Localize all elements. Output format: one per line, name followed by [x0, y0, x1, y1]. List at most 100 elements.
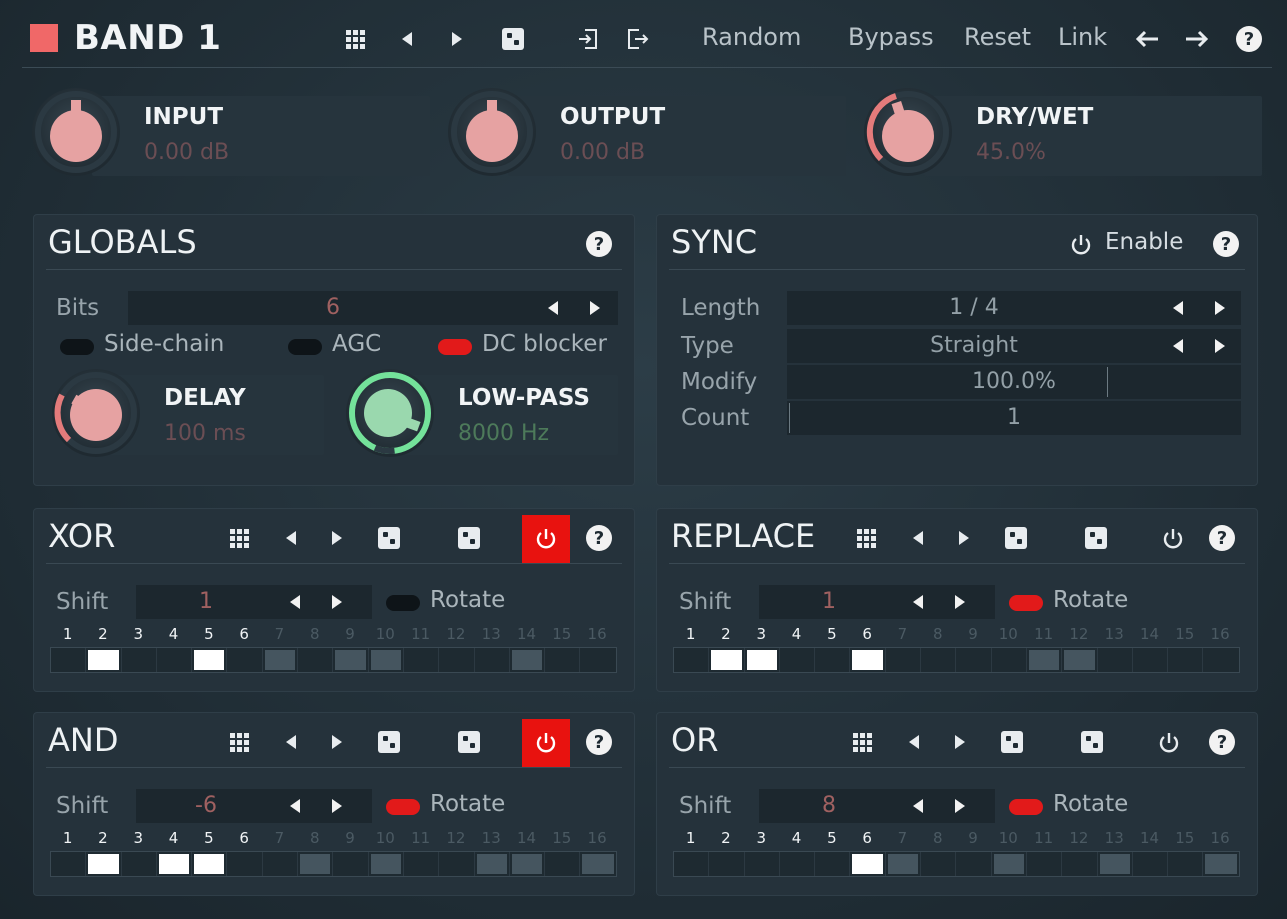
- step-cell[interactable]: [157, 852, 193, 876]
- length-slider[interactable]: 1 / 4: [787, 291, 1241, 325]
- bits-increment-icon[interactable]: [590, 301, 600, 315]
- step-cell[interactable]: [1062, 852, 1098, 876]
- or-presets-grid-icon[interactable]: [847, 727, 877, 757]
- or-step-grid[interactable]: [673, 851, 1240, 877]
- step-cell[interactable]: [1062, 648, 1098, 672]
- step-cell[interactable]: [545, 852, 581, 876]
- type-decrement-icon[interactable]: [1173, 339, 1183, 353]
- step-cell[interactable]: [921, 648, 957, 672]
- or-previous-icon[interactable]: [899, 727, 929, 757]
- step-cell[interactable]: [780, 852, 816, 876]
- length-decrement-icon[interactable]: [1173, 301, 1183, 315]
- xor-help-icon[interactable]: ?: [586, 525, 612, 551]
- step-cell[interactable]: [86, 852, 122, 876]
- step-cell[interactable]: [439, 648, 475, 672]
- xor-shift-decrement-icon[interactable]: [290, 595, 300, 609]
- replace-shift-increment-icon[interactable]: [955, 595, 965, 609]
- step-cell[interactable]: [404, 852, 440, 876]
- count-slider[interactable]: 1: [787, 401, 1241, 435]
- and-next-icon[interactable]: [322, 727, 352, 757]
- replace-step-grid[interactable]: [673, 647, 1240, 673]
- bypass-button[interactable]: Bypass: [848, 23, 934, 51]
- xor-power-icon[interactable]: [522, 515, 570, 563]
- step-cell[interactable]: [86, 648, 122, 672]
- import-icon[interactable]: [574, 24, 604, 54]
- xor-shift-increment-icon[interactable]: [332, 595, 342, 609]
- xor-randomize-steps-icon[interactable]: [454, 523, 484, 553]
- step-cell[interactable]: [1027, 648, 1063, 672]
- step-cell[interactable]: [992, 648, 1027, 672]
- step-cell[interactable]: [510, 648, 546, 672]
- xor-step-grid[interactable]: [50, 647, 617, 673]
- dcblocker-toggle[interactable]: [438, 339, 472, 355]
- step-cell[interactable]: [886, 648, 922, 672]
- step-cell[interactable]: [815, 852, 851, 876]
- step-cell[interactable]: [475, 648, 510, 672]
- replace-rotate-toggle[interactable]: [1009, 595, 1043, 611]
- reset-button[interactable]: Reset: [964, 23, 1031, 51]
- or-next-icon[interactable]: [945, 727, 975, 757]
- and-power-icon[interactable]: [522, 719, 570, 767]
- step-cell[interactable]: [1133, 648, 1169, 672]
- agc-toggle[interactable]: [288, 339, 322, 355]
- and-previous-icon[interactable]: [276, 727, 306, 757]
- step-cell[interactable]: [545, 648, 581, 672]
- export-icon[interactable]: [622, 24, 652, 54]
- randomize-icon[interactable]: [498, 24, 528, 54]
- step-cell[interactable]: [921, 852, 957, 876]
- step-cell[interactable]: [850, 852, 886, 876]
- and-shift-increment-icon[interactable]: [332, 799, 342, 813]
- band-color-swatch[interactable]: [30, 24, 58, 52]
- and-step-grid[interactable]: [50, 851, 617, 877]
- and-randomize-steps-icon[interactable]: [454, 727, 484, 757]
- step-cell[interactable]: [333, 648, 369, 672]
- step-cell[interactable]: [1098, 648, 1133, 672]
- xor-previous-icon[interactable]: [276, 523, 306, 553]
- step-cell[interactable]: [956, 648, 992, 672]
- xor-rotate-toggle[interactable]: [386, 595, 420, 611]
- step-cell[interactable]: [263, 648, 299, 672]
- step-cell[interactable]: [674, 852, 710, 876]
- replace-presets-grid-icon[interactable]: [851, 523, 881, 553]
- step-cell[interactable]: [850, 648, 886, 672]
- or-power-icon[interactable]: [1155, 729, 1183, 757]
- arrow-right-icon[interactable]: [1182, 24, 1212, 54]
- lowpass-knob[interactable]: [346, 369, 434, 457]
- step-cell[interactable]: [709, 852, 745, 876]
- type-increment-icon[interactable]: [1215, 339, 1225, 353]
- and-presets-grid-icon[interactable]: [224, 727, 254, 757]
- next-icon[interactable]: [442, 24, 472, 54]
- step-cell[interactable]: [510, 852, 546, 876]
- replace-previous-icon[interactable]: [903, 523, 933, 553]
- step-cell[interactable]: [439, 852, 475, 876]
- length-increment-icon[interactable]: [1215, 301, 1225, 315]
- xor-next-icon[interactable]: [322, 523, 352, 553]
- step-cell[interactable]: [475, 852, 510, 876]
- replace-next-icon[interactable]: [949, 523, 979, 553]
- step-cell[interactable]: [745, 648, 780, 672]
- delay-knob[interactable]: [52, 369, 140, 457]
- step-cell[interactable]: [404, 648, 440, 672]
- xor-presets-grid-icon[interactable]: [224, 523, 254, 553]
- step-cell[interactable]: [1168, 852, 1204, 876]
- step-cell[interactable]: [333, 852, 369, 876]
- step-cell[interactable]: [298, 852, 334, 876]
- replace-randomize-icon[interactable]: [1001, 523, 1031, 553]
- and-rotate-toggle[interactable]: [386, 799, 420, 815]
- link-button[interactable]: Link: [1058, 23, 1107, 51]
- step-cell[interactable]: [227, 648, 263, 672]
- globals-help-icon[interactable]: ?: [586, 231, 612, 257]
- step-cell[interactable]: [122, 648, 157, 672]
- arrow-left-icon[interactable]: [1132, 24, 1162, 54]
- sync-power-icon[interactable]: [1067, 231, 1095, 259]
- xor-randomize-icon[interactable]: [374, 523, 404, 553]
- step-cell[interactable]: [1098, 852, 1133, 876]
- or-shift-decrement-icon[interactable]: [913, 799, 923, 813]
- or-shift-slider[interactable]: 8: [759, 789, 995, 823]
- step-cell[interactable]: [956, 852, 992, 876]
- step-cell[interactable]: [51, 852, 87, 876]
- step-cell[interactable]: [1027, 852, 1063, 876]
- drywet-knob[interactable]: [864, 88, 952, 176]
- step-cell[interactable]: [780, 648, 816, 672]
- type-selector[interactable]: Straight: [787, 329, 1241, 363]
